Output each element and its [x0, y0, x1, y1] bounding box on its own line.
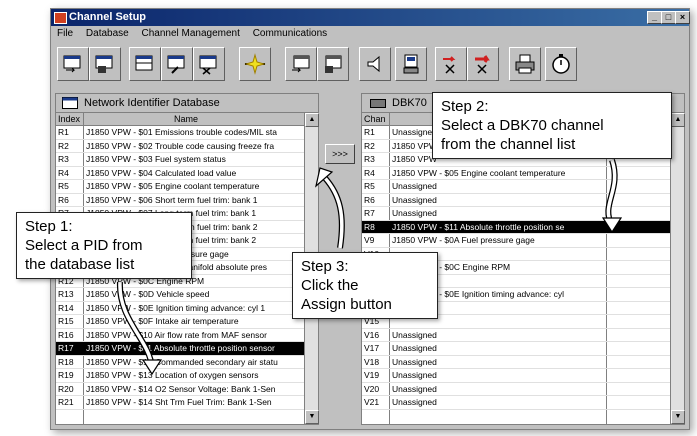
step3-line1: Click the [301, 277, 359, 294]
step2-line2: from the channel list [441, 136, 576, 153]
arrow-step1 [141, 359, 163, 376]
step3-callout: Step 3: Click the Assign button [292, 252, 438, 319]
step1-line2: the database list [25, 256, 135, 273]
step1-callout: Step 1: Select a PID from the database l… [16, 212, 192, 279]
arrow-step2 [601, 217, 623, 234]
step2-line1: Select a DBK70 channel [441, 117, 604, 134]
step2-callout: Step 2: Select a DBK70 channel from the … [432, 92, 672, 159]
step3-line2: Assign button [301, 296, 392, 313]
step1-line1: Select a PID from [25, 237, 143, 254]
step2-heading: Step 2: [441, 98, 489, 115]
step1-heading: Step 1: [25, 218, 73, 235]
step3-heading: Step 3: [301, 258, 349, 275]
